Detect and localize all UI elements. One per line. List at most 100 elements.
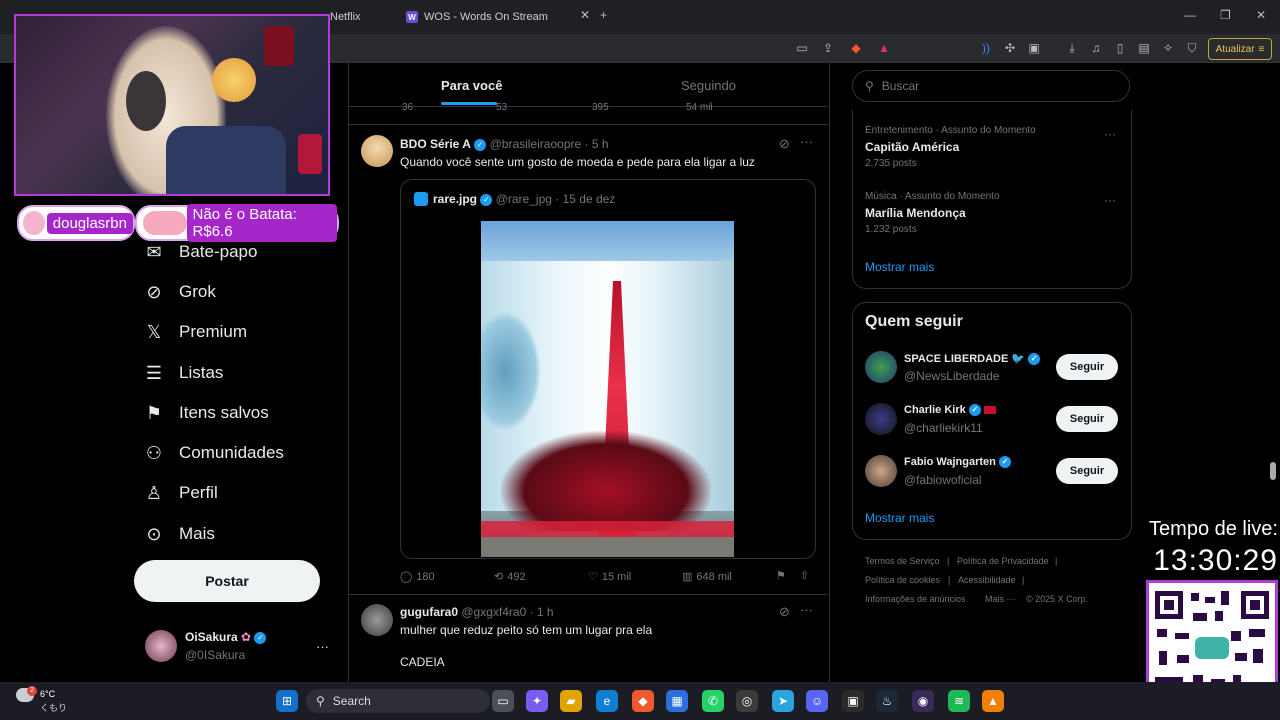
discord-icon[interactable]: ☺ bbox=[806, 690, 828, 712]
tab-seguindo[interactable]: Seguindo bbox=[681, 78, 736, 93]
footer-link[interactable]: Termos de Serviço bbox=[865, 556, 940, 566]
edge-icon[interactable]: e bbox=[596, 690, 618, 712]
wallet-icon[interactable]: ▤ bbox=[1136, 40, 1152, 56]
extensions-icon[interactable]: ✣ bbox=[1002, 40, 1018, 56]
author-handle[interactable]: @gxgxf4ra0 bbox=[461, 605, 526, 619]
trend-more-icon[interactable]: ··· bbox=[1104, 193, 1116, 207]
scrollbar-thumb[interactable] bbox=[1270, 462, 1276, 480]
avatar[interactable] bbox=[361, 135, 393, 167]
nav-grok[interactable]: ⊘ Grok bbox=[143, 281, 215, 303]
file-explorer-icon[interactable]: ▰ bbox=[560, 690, 582, 712]
follow-name-row[interactable]: Fabio Wajngarten ✓ bbox=[904, 456, 1011, 469]
avatar[interactable] bbox=[865, 351, 897, 383]
download-icon[interactable]: ⤓ bbox=[1064, 40, 1080, 56]
copilot-icon[interactable]: ✦ bbox=[526, 690, 548, 712]
nav-mais[interactable]: ⊙ Mais bbox=[143, 523, 214, 545]
tab-para-voce[interactable]: Para você bbox=[441, 78, 502, 93]
follow-button[interactable]: Seguir bbox=[1056, 354, 1118, 380]
music-icon[interactable]: ♫ bbox=[1088, 40, 1104, 56]
footer-link[interactable]: Acessibilidade bbox=[958, 575, 1016, 585]
repost-button[interactable]: ⟲ 492 bbox=[494, 570, 526, 584]
avatar[interactable] bbox=[361, 604, 393, 636]
app-icon[interactable]: ▣ bbox=[842, 690, 864, 712]
footer-more-link[interactable]: Mais ··· bbox=[985, 594, 1016, 604]
windows-start-icon[interactable]: ⊞ bbox=[276, 690, 298, 712]
nav-listas[interactable]: ☰ Listas bbox=[143, 362, 224, 384]
trend-title[interactable]: Capitão América bbox=[865, 140, 959, 154]
grok-explain-icon[interactable]: ⊘ bbox=[779, 136, 790, 152]
minimize-icon[interactable]: — bbox=[1184, 8, 1196, 22]
whatsapp-icon[interactable]: ✆ bbox=[702, 690, 724, 712]
post-button[interactable]: Postar bbox=[134, 560, 320, 602]
post-image[interactable] bbox=[481, 221, 734, 557]
prev-view-count[interactable]: 54 mil bbox=[686, 102, 713, 113]
close-window-icon[interactable]: ✕ bbox=[1256, 8, 1266, 22]
account-name-row[interactable]: OiSakura ✿ ✓ bbox=[185, 630, 267, 644]
audio-icon[interactable]: )) bbox=[978, 40, 994, 56]
brave-shield-icon[interactable]: ◆ bbox=[848, 40, 864, 56]
follow-name-row[interactable]: SPACE LIBERDADE 🐦 ✓ bbox=[904, 352, 1041, 366]
task-view-icon[interactable]: ▭ bbox=[492, 690, 514, 712]
reply-button[interactable]: ◯ 180 bbox=[400, 570, 435, 584]
prev-repost-count[interactable]: 53 bbox=[496, 102, 507, 113]
footer-link[interactable]: Política de cookies bbox=[865, 575, 940, 585]
prev-reply-count[interactable]: 36 bbox=[402, 102, 413, 113]
post-time[interactable]: · 5 h bbox=[585, 137, 609, 151]
steam-icon[interactable]: ♨ bbox=[876, 690, 898, 712]
nav-bate-papo[interactable]: ✉ Bate-papo bbox=[143, 241, 257, 263]
account-avatar[interactable] bbox=[145, 630, 177, 662]
search-input[interactable]: ⚲ Buscar bbox=[852, 70, 1130, 102]
store-icon[interactable]: ▦ bbox=[666, 690, 688, 712]
share-icon[interactable]: ⇪ bbox=[820, 40, 836, 56]
vlc-icon[interactable]: ▲ bbox=[982, 690, 1004, 712]
more-options-icon[interactable]: ··· bbox=[800, 134, 813, 149]
footer-link[interactable]: Política de Privacidade bbox=[957, 556, 1049, 566]
telegram-icon[interactable]: ➤ bbox=[772, 690, 794, 712]
post-time[interactable]: · 1 h bbox=[530, 605, 554, 619]
nav-comunidades[interactable]: ⚇ Comunidades bbox=[143, 442, 284, 464]
follow-name-row[interactable]: Charlie Kirk ✓ bbox=[904, 404, 996, 417]
sidebar-toggle-icon[interactable]: ▯ bbox=[1112, 40, 1128, 56]
cast-icon[interactable]: ▭ bbox=[794, 40, 810, 56]
grok-explain-icon[interactable]: ⊘ bbox=[779, 604, 790, 620]
brave-rewards-icon[interactable]: ▲ bbox=[876, 40, 892, 56]
nav-perfil[interactable]: ♙ Perfil bbox=[143, 482, 218, 504]
screenshot-icon[interactable]: ▣ bbox=[1026, 40, 1042, 56]
leo-ai-icon[interactable]: ✧ bbox=[1160, 40, 1176, 56]
follow-button[interactable]: Seguir bbox=[1056, 458, 1118, 484]
views-button[interactable]: ▥ 648 mil bbox=[682, 570, 732, 584]
show-more-follow-link[interactable]: Mostrar mais bbox=[865, 511, 934, 525]
follow-button[interactable]: Seguir bbox=[1056, 406, 1118, 432]
brave-icon[interactable]: ◆ bbox=[632, 690, 654, 712]
restore-icon[interactable]: ❐ bbox=[1220, 8, 1231, 22]
new-tab-icon[interactable]: + bbox=[600, 8, 607, 22]
author-handle[interactable]: @brasileiraoopre bbox=[490, 137, 582, 151]
bookmark-icon[interactable]: ⚑ bbox=[776, 569, 786, 582]
nav-itens-salvos[interactable]: ⚑ Itens salvos bbox=[143, 402, 269, 424]
trend-title[interactable]: Marília Mendonça bbox=[865, 206, 966, 220]
tab-wos[interactable]: W WOS - Words On Stream bbox=[406, 6, 548, 28]
app-icon[interactable]: ◉ bbox=[912, 690, 934, 712]
update-button[interactable]: Atualizar ≡ bbox=[1208, 38, 1272, 60]
show-more-trends-link[interactable]: Mostrar mais bbox=[865, 260, 934, 274]
weather-temp[interactable]: 6°C bbox=[40, 689, 55, 699]
weather-desc[interactable]: くもり bbox=[40, 701, 67, 714]
share-icon[interactable]: ⇧ bbox=[800, 569, 809, 582]
nav-premium[interactable]: 𝕏 Premium bbox=[143, 321, 247, 343]
tab-netflix[interactable]: Netflix bbox=[330, 6, 361, 28]
taskbar-search[interactable]: ⚲ Search bbox=[306, 689, 490, 713]
author-name[interactable]: gugufara0 bbox=[400, 605, 458, 619]
trend-more-icon[interactable]: ··· bbox=[1104, 127, 1116, 141]
account-menu-icon[interactable]: ··· bbox=[316, 639, 329, 654]
like-button[interactable]: ♡ 15 mil bbox=[588, 570, 631, 584]
vpn-icon[interactable]: ⛉ bbox=[1184, 40, 1200, 56]
close-tab-icon[interactable]: ✕ bbox=[580, 8, 590, 22]
prev-like-count[interactable]: 395 bbox=[592, 102, 609, 113]
author-name[interactable]: BDO Série A bbox=[400, 137, 471, 151]
obs-icon[interactable]: ◎ bbox=[736, 690, 758, 712]
footer-link[interactable]: Informações de anúncios bbox=[865, 594, 966, 604]
avatar[interactable] bbox=[865, 403, 897, 435]
spotify-icon[interactable]: ≋ bbox=[948, 690, 970, 712]
more-options-icon[interactable]: ··· bbox=[800, 602, 813, 617]
avatar[interactable] bbox=[865, 455, 897, 487]
